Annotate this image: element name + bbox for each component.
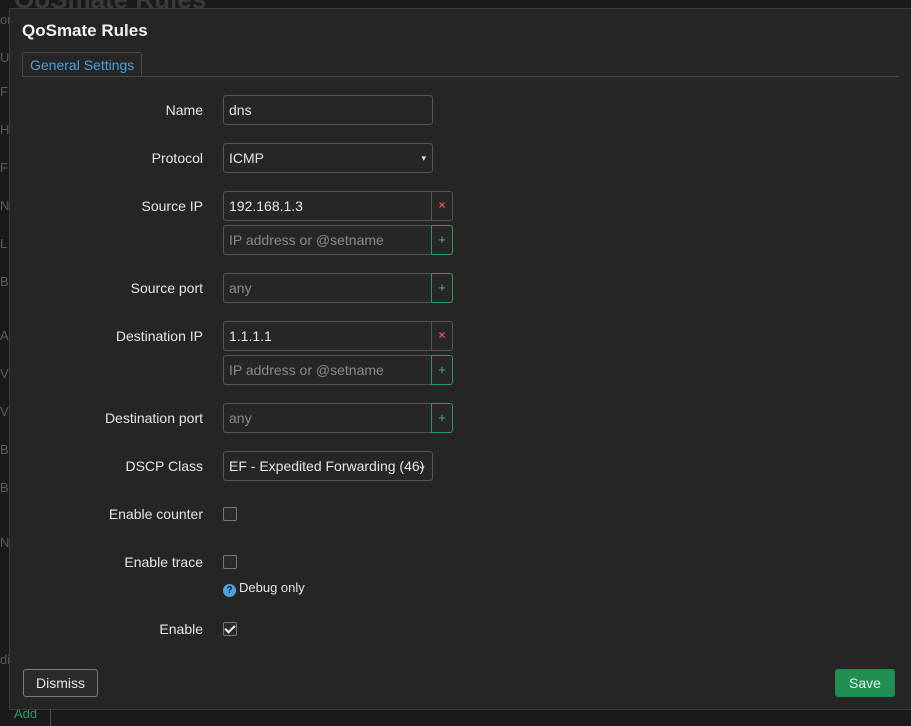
modal-title: QoSmate Rules <box>22 21 148 40</box>
dest-port-input[interactable]: any <box>223 403 433 433</box>
bg-letter: F <box>0 160 8 175</box>
chevron-down-icon: ⌄ <box>416 458 427 472</box>
protocol-value: ICMP <box>229 150 264 166</box>
add-dest-port-button[interactable]: + <box>431 403 453 433</box>
enable-checkbox[interactable] <box>223 622 237 636</box>
enable-trace-checkbox[interactable] <box>223 555 237 569</box>
bg-letter: V <box>0 366 9 381</box>
plus-icon: + <box>438 410 446 425</box>
bg-letter: V <box>0 404 9 419</box>
help-icon: ? <box>223 584 236 597</box>
source-ip-input[interactable]: 192.168.1.3 <box>223 191 433 221</box>
source-port-input[interactable]: any <box>223 273 433 303</box>
remove-dest-ip-button[interactable]: × <box>431 321 453 351</box>
bg-letter: B <box>0 442 9 457</box>
plus-icon: + <box>438 362 446 377</box>
trace-help-label: Debug only <box>239 580 305 595</box>
enable-label: Enable <box>159 621 203 637</box>
enable-counter-label: Enable counter <box>108 506 203 522</box>
enable-counter-checkbox[interactable] <box>223 507 237 521</box>
dropdown-arrow-icon: ▾ <box>421 153 426 163</box>
plus-icon: + <box>438 232 446 247</box>
dest-ip-label: Destination IP <box>115 328 203 344</box>
protocol-label: Protocol <box>151 150 203 166</box>
dscp-class-select[interactable]: EF - Expedited Forwarding (46) ⌄ <box>223 451 433 481</box>
remove-icon: × <box>438 328 446 342</box>
source-ip-label: Source IP <box>141 198 203 214</box>
trace-help-text: ? Debug only <box>223 580 305 597</box>
dest-ip-input[interactable]: 1.1.1.1 <box>223 321 433 351</box>
bg-letter: N <box>0 535 10 550</box>
bg-letter: di <box>0 652 11 667</box>
add-source-ip-button[interactable]: + <box>431 225 453 255</box>
rule-modal: QoSmate Rules General Settings Name dns … <box>9 8 911 710</box>
bg-letter: B <box>0 274 9 289</box>
source-port-label: Source port <box>130 280 203 296</box>
dismiss-button[interactable]: Dismiss <box>23 669 98 697</box>
bg-letter: A <box>0 328 9 343</box>
bg-letter: L <box>0 236 8 251</box>
add-source-port-button[interactable]: + <box>431 273 453 303</box>
dest-port-label: Destination port <box>104 410 203 426</box>
bg-letter: F <box>0 84 8 99</box>
name-input[interactable]: dns <box>223 95 433 125</box>
bg-letter: H <box>0 122 10 137</box>
tab-bar: General Settings <box>22 52 899 77</box>
dscp-class-value: EF - Expedited Forwarding (46) <box>229 458 425 474</box>
bg-letter: N <box>0 198 10 213</box>
remove-icon: × <box>438 198 446 212</box>
enable-trace-label: Enable trace <box>124 554 203 570</box>
tab-general-settings[interactable]: General Settings <box>22 52 143 76</box>
save-button[interactable]: Save <box>835 669 895 697</box>
bg-letter: B <box>0 480 9 495</box>
dscp-class-label: DSCP Class <box>125 458 203 474</box>
dest-ip-new-input[interactable]: IP address or @setname <box>223 355 433 385</box>
add-dest-ip-button[interactable]: + <box>431 355 453 385</box>
bg-letter: or <box>0 12 12 27</box>
bg-letter: U <box>0 50 10 65</box>
remove-source-ip-button[interactable]: × <box>431 191 453 221</box>
name-label: Name <box>165 102 203 118</box>
protocol-select[interactable]: ICMP ▾ <box>223 143 433 173</box>
plus-icon: + <box>438 280 446 295</box>
source-ip-new-input[interactable]: IP address or @setname <box>223 225 433 255</box>
